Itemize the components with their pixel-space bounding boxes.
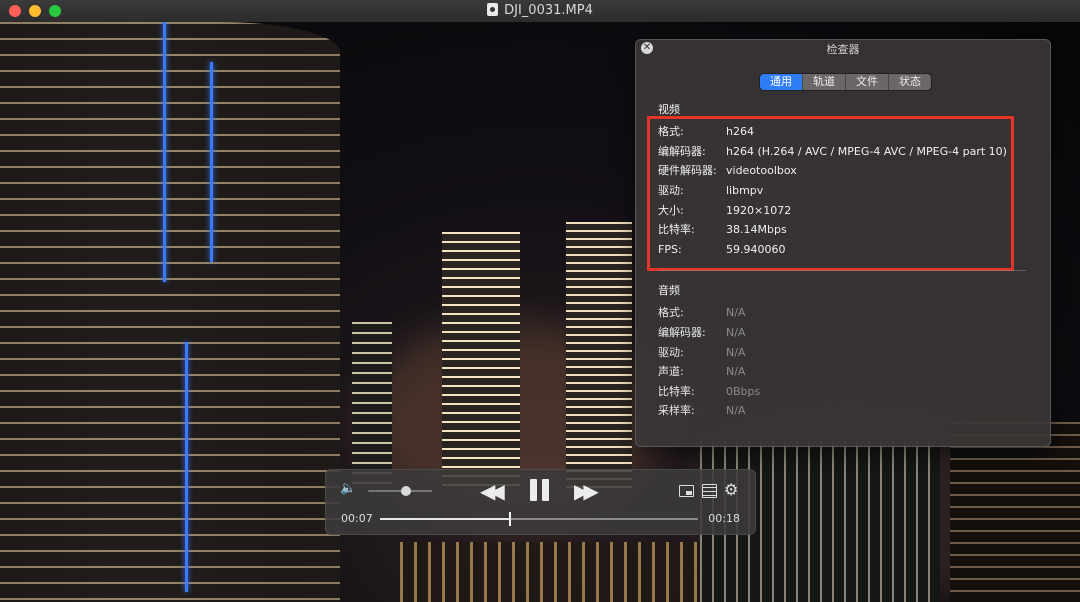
pip-icon[interactable]: [679, 485, 694, 497]
video-section-heading: 视频: [658, 103, 680, 116]
pause-icon[interactable]: [529, 479, 551, 501]
fast-forward-icon[interactable]: ▶▶: [574, 481, 599, 501]
inspector-tabs: 通用 轨道 文件 状态: [760, 74, 931, 90]
volume-slider[interactable]: [368, 490, 432, 492]
skyscraper-shanghai-tower: [0, 22, 340, 602]
row-label: 驱动:: [658, 346, 684, 359]
skyscraper: [442, 232, 520, 490]
seek-bar-fill: [380, 518, 511, 520]
volume-icon[interactable]: 🔈: [340, 482, 356, 496]
skyscraper: [566, 222, 632, 490]
row-label: 编解码器:: [658, 326, 706, 339]
row-value: 0Bbps: [726, 385, 761, 398]
inspector-title: 检查器: [826, 43, 860, 56]
tab-file[interactable]: 文件: [846, 74, 889, 90]
row-label: 格式:: [658, 306, 684, 319]
row-label: 声道:: [658, 365, 684, 378]
row-value: N/A: [726, 346, 746, 359]
current-time: 00:07: [341, 512, 373, 525]
volume-slider-knob[interactable]: [401, 486, 412, 496]
playback-controls: 🔈 ◀◀ ▶▶ ⚙ 00:07 00:18: [325, 469, 756, 535]
duration-time: 00:18: [708, 512, 740, 525]
inspector-panel: ✕ 检查器 通用 轨道 文件 状态 视频 格式: h264 编解码器: h264…: [635, 39, 1051, 447]
settings-gear-icon[interactable]: ⚙: [724, 480, 738, 499]
skyscraper: [950, 422, 1080, 602]
seek-bar[interactable]: [380, 512, 698, 526]
window-titlebar: DJI_0031.MP4: [0, 0, 1080, 23]
row-value: N/A: [726, 326, 746, 339]
audio-section-heading: 音频: [658, 284, 680, 297]
red-highlight-box: [647, 116, 1014, 271]
row-value: N/A: [726, 404, 746, 417]
video-document-icon: [487, 3, 499, 16]
tab-tracks[interactable]: 轨道: [803, 74, 846, 90]
tab-general[interactable]: 通用: [760, 74, 803, 90]
seek-bar-knob[interactable]: [509, 512, 512, 526]
section-divider: [658, 270, 1026, 271]
skyscraper: [352, 322, 392, 490]
blue-light-strip: [185, 342, 188, 592]
tab-status[interactable]: 状态: [889, 74, 931, 90]
row-value: N/A: [726, 306, 746, 319]
blue-light-strip: [210, 62, 213, 262]
window-title: DJI_0031.MP4: [504, 3, 593, 18]
playlist-icon[interactable]: [702, 484, 717, 498]
row-value: N/A: [726, 365, 746, 378]
row-label: 采样率:: [658, 404, 695, 417]
window-title-area: DJI_0031.MP4: [0, 3, 1080, 18]
street-lights: [400, 542, 700, 602]
row-label: 比特率:: [658, 385, 695, 398]
blue-light-strip: [163, 22, 166, 282]
rewind-icon[interactable]: ◀◀: [480, 481, 505, 501]
